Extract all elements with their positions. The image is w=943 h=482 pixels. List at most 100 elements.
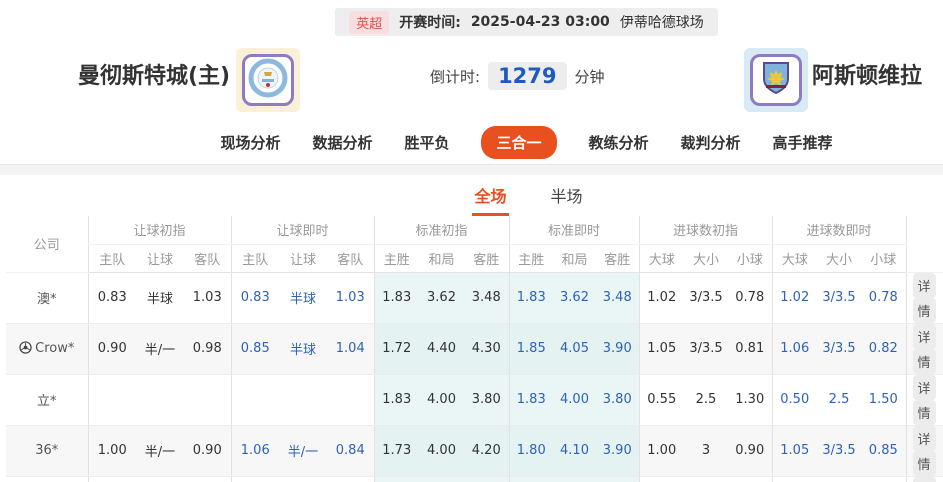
- odds-cell: [184, 374, 231, 425]
- odds-cell: 0.55: [639, 374, 684, 425]
- odds-cell: 0.83: [231, 476, 279, 482]
- odds-cell: 3/3.5: [817, 272, 861, 323]
- col-header: 客队: [327, 244, 374, 272]
- league-badge: 英超: [349, 11, 389, 34]
- company-cell: 澳*: [6, 272, 88, 323]
- odds-cell: 3.80: [596, 374, 639, 425]
- col-header: 让球: [136, 244, 184, 272]
- odds-cell: 4.30: [464, 323, 509, 374]
- odds-cell: 1.15: [184, 476, 231, 482]
- detail-button-1[interactable]: 情: [913, 451, 936, 476]
- period-tab-1[interactable]: 半场: [551, 183, 583, 216]
- odds-cell: 4.10: [553, 425, 596, 476]
- odds-cell: 1.00: [88, 425, 136, 476]
- col-header: 主胜: [374, 244, 419, 272]
- odds-cell: 3.80: [464, 374, 509, 425]
- col-header: 主队: [88, 244, 136, 272]
- odds-cell: 0.82: [861, 323, 906, 374]
- odds-table: 公司让球初指让球即时标准初指标准即时进球数初指进球数即时主队让球客队主队让球客队…: [6, 216, 943, 482]
- odds-cell: 半球: [279, 323, 327, 374]
- main-nav: 现场分析 数据分析 胜平负 三合一 教练分析 裁判分析 高手推荐: [0, 120, 943, 165]
- odds-cell: 1.06: [231, 425, 279, 476]
- detail-button-1[interactable]: 情: [913, 298, 936, 323]
- col-header: 和局: [553, 244, 596, 272]
- match-info-row: 英超 开赛时间: 2025-04-23 03:00 伊蒂哈德球场: [0, 8, 943, 36]
- odds-cell: 3/3.5: [817, 425, 861, 476]
- company-cell: Crow*: [6, 323, 88, 374]
- detail-button-0[interactable]: 详: [913, 375, 936, 400]
- group-header-4: 进球数初指: [639, 216, 772, 244]
- odds-cell: 4.00: [419, 374, 464, 425]
- odds-cell: 2.5: [817, 476, 861, 482]
- period-tabs: 全场 半场: [0, 175, 943, 216]
- odds-cell: 3.48: [464, 272, 509, 323]
- odds-cell: 半/一: [136, 425, 184, 476]
- odds-cell: 3.62: [553, 272, 596, 323]
- detail-button-0[interactable]: 详: [913, 324, 936, 349]
- detail-button-0[interactable]: 详: [913, 426, 936, 451]
- odds-cell: 2.5: [684, 374, 728, 425]
- odds-cell: 3.90: [596, 425, 639, 476]
- odds-cell: 1.06: [772, 323, 817, 374]
- odds-cell: 半/一: [279, 425, 327, 476]
- odds-cell: 1.02: [639, 272, 684, 323]
- col-header: 大小: [684, 244, 728, 272]
- nav-tab-1[interactable]: 数据分析: [312, 132, 372, 153]
- col-header: 客队: [184, 244, 231, 272]
- detail-button-0[interactable]: 详: [913, 477, 936, 482]
- odds-cell: 1.83: [374, 272, 419, 323]
- home-team-name: 曼彻斯特城(主): [78, 58, 230, 90]
- nav-tab-6[interactable]: 高手推荐: [773, 132, 833, 153]
- detail-cell: 详情: [906, 425, 943, 476]
- odds-cell: 4.20: [419, 476, 464, 482]
- nav-tab-0[interactable]: 现场分析: [220, 132, 280, 153]
- period-tab-0[interactable]: 全场: [474, 183, 506, 216]
- countdown-unit: 分钟: [575, 66, 605, 87]
- col-header: 小球: [728, 244, 772, 272]
- col-header: 大球: [639, 244, 684, 272]
- nav-tab-3[interactable]: 三合一: [481, 126, 556, 159]
- odds-cell: [327, 374, 374, 425]
- odds-cell: 0.44: [639, 476, 684, 482]
- odds-cell: 2.5: [817, 374, 861, 425]
- odds-cell: 0.78: [861, 272, 906, 323]
- odds-cell: 1.50: [728, 476, 772, 482]
- odds-cell: 0.84: [327, 425, 374, 476]
- odds-cell: 半/一: [136, 323, 184, 374]
- odds-cell: 1.03: [184, 272, 231, 323]
- odds-cell: 3.48: [596, 272, 639, 323]
- odds-cell: 1.50: [861, 374, 906, 425]
- odds-cell: 4.05: [553, 323, 596, 374]
- odds-cell: 0.78: [728, 272, 772, 323]
- odds-cell: 1.70: [374, 476, 419, 482]
- away-team-name: 阿斯顿维拉: [812, 58, 922, 90]
- odds-cell: [136, 374, 184, 425]
- odds-cell: 3/3.5: [684, 272, 728, 323]
- odds-cell: 2.5: [684, 476, 728, 482]
- match-info-bar: 英超 开赛时间: 2025-04-23 03:00 伊蒂哈德球场: [335, 8, 718, 36]
- odds-cell: [231, 374, 279, 425]
- odds-cell: [88, 374, 136, 425]
- odds-cell: 3.62: [419, 272, 464, 323]
- col-header: 小球: [861, 244, 906, 272]
- detail-cell: 详情: [906, 323, 943, 374]
- odds-cell: 4.00: [419, 425, 464, 476]
- odds-cell: 1.50: [861, 476, 906, 482]
- detail-button-0[interactable]: 详: [913, 273, 936, 298]
- countdown-label: 倒计时:: [430, 66, 480, 87]
- odds-cell: 0.67: [88, 476, 136, 482]
- detail-button-1[interactable]: 情: [913, 349, 936, 374]
- odds-cell: 1.80: [509, 425, 553, 476]
- odds-row-2: 立*1.834.003.801.834.003.800.552.51.300.5…: [6, 374, 943, 425]
- nav-tab-5[interactable]: 裁判分析: [681, 132, 741, 153]
- nav-tab-4[interactable]: 教练分析: [589, 132, 649, 153]
- detail-button-1[interactable]: 情: [913, 400, 936, 425]
- countdown-value: 1279: [488, 62, 566, 90]
- home-team-badge: [236, 48, 300, 112]
- nav-tab-2[interactable]: 胜平负: [404, 132, 449, 153]
- odds-cell: 0.50: [772, 374, 817, 425]
- odds-cell: 3.80: [596, 476, 639, 482]
- soccer-ball-icon: [19, 341, 32, 354]
- odds-cell: [279, 374, 327, 425]
- col-header: 大小: [817, 244, 861, 272]
